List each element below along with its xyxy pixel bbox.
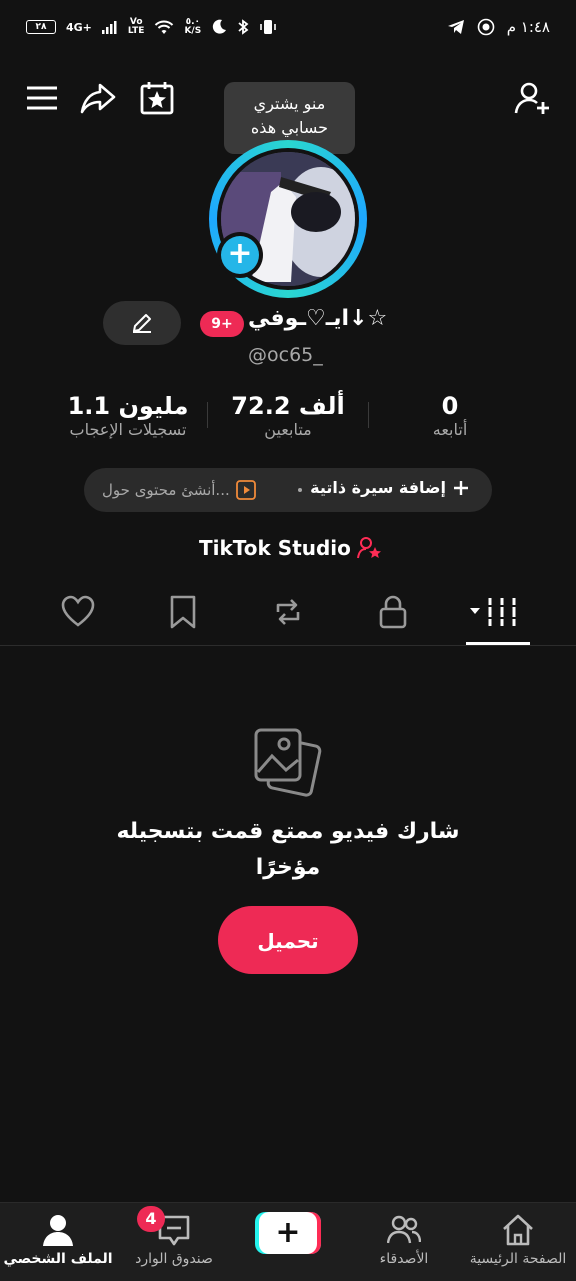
menu-icon[interactable] xyxy=(24,80,60,116)
speed-indicator: ٥.٠ K/S xyxy=(184,18,201,36)
bottom-nav: الملف الشخصي صندوق الوارد 4 + الأصدقاء ا… xyxy=(0,1202,576,1281)
nav-profile[interactable]: الملف الشخصي xyxy=(0,1203,116,1281)
edit-profile-button[interactable] xyxy=(103,301,181,345)
volte-bottom: LTE xyxy=(127,26,145,36)
add-bio-label: إضافة سيرة ذاتية xyxy=(310,478,446,497)
bio-hint: أنشئ محتوى حول... xyxy=(102,480,256,500)
add-bio-button[interactable]: إضافة سيرة ذاتية أنشئ محتوى حول... xyxy=(84,468,492,512)
following-value: 0 xyxy=(441,392,459,420)
tooltip-line2: حسابي هذه xyxy=(250,118,329,137)
followers-value: 72.2 ألف xyxy=(231,392,345,420)
bio-hint-text: أنشئ محتوى حول... xyxy=(102,481,230,499)
add-friend-icon[interactable] xyxy=(514,80,550,116)
username: ايـ♡ـوفي↓☆ xyxy=(248,306,388,331)
likes-label: تسجيلات الإعجاب xyxy=(69,420,187,439)
likes-value: 1.1 مليون xyxy=(67,392,189,420)
battery-level: ٢٨ xyxy=(35,22,47,32)
following-label: أتابعه xyxy=(432,420,468,439)
nav-home[interactable]: الصفحة الرئيسية xyxy=(460,1203,576,1281)
videos-tab-grid-icon[interactable] xyxy=(468,594,518,630)
separator-dot xyxy=(298,488,302,492)
friends-icon xyxy=(387,1215,421,1244)
profile-icon xyxy=(43,1215,73,1246)
signal-icon xyxy=(101,21,117,34)
video-icon xyxy=(235,480,256,500)
tooltip-line1: منو يشتري xyxy=(253,94,326,113)
creator-star-icon xyxy=(356,537,381,559)
network-type: 4G+ xyxy=(66,20,92,34)
create-button[interactable]: + xyxy=(259,1212,317,1254)
inbox-badge: 4 xyxy=(137,1206,165,1232)
nav-inbox-label: صندوق الوارد xyxy=(135,1251,213,1267)
active-tab-indicator xyxy=(466,642,530,645)
reposts-tab-repost-icon[interactable] xyxy=(270,594,306,630)
clock: ١:٤٨ م xyxy=(506,18,550,36)
private-tab-lock-icon[interactable] xyxy=(375,594,411,630)
nav-friends[interactable]: الأصدقاء xyxy=(346,1203,462,1281)
calendar-star-icon[interactable] xyxy=(139,80,175,116)
volte-indicator: Vo LTE xyxy=(128,18,145,36)
nav-inbox[interactable]: صندوق الوارد xyxy=(116,1203,232,1281)
stat-divider xyxy=(207,402,208,428)
followers-label: متابعين xyxy=(264,420,312,439)
liked-tab-heart-icon[interactable] xyxy=(60,594,96,630)
status-right: ١:٤٨ م xyxy=(447,18,550,36)
likes-stat[interactable]: 1.1 مليون تسجيلات الإعجاب xyxy=(50,392,206,439)
telegram-icon xyxy=(447,20,464,34)
studio-label: TikTok Studio xyxy=(199,536,351,560)
followers-stat[interactable]: 72.2 ألف متابعين xyxy=(212,392,364,439)
stat-divider xyxy=(368,402,369,428)
upload-button[interactable]: تحميل xyxy=(218,906,358,974)
vibrate-icon xyxy=(260,20,277,34)
speed-bottom: K/S xyxy=(184,26,202,36)
home-icon xyxy=(503,1214,533,1246)
notification-badge[interactable]: 9+ xyxy=(200,311,244,337)
saved-tab-bookmark-icon[interactable] xyxy=(165,594,201,630)
bluetooth-icon xyxy=(238,19,249,35)
status-bar: ٢٨ 4G+ Vo LTE ٥.٠ K/S ١:٤٨ م xyxy=(0,0,576,56)
tiktok-studio-link[interactable]: TikTok Studio xyxy=(199,536,383,560)
nav-friends-label: الأصدقاء xyxy=(379,1251,429,1267)
nav-profile-label: الملف الشخصي xyxy=(3,1251,113,1267)
photo-icon xyxy=(254,728,322,797)
handle: @oc65_ xyxy=(248,344,323,366)
share-icon[interactable] xyxy=(80,80,116,116)
wifi-icon xyxy=(155,20,174,34)
add-bio: إضافة سيرة ذاتية xyxy=(310,478,470,497)
empty-state-message: شارك فيديو ممتع قمت بتسجيله مؤخرًا xyxy=(116,819,460,880)
nav-home-label: الصفحة الرئيسية xyxy=(469,1251,567,1267)
status-left: ٢٨ 4G+ Vo LTE ٥.٠ K/S xyxy=(26,18,277,36)
plus-icon xyxy=(454,480,468,495)
create-plus-icon: + xyxy=(275,1215,301,1250)
moon-icon xyxy=(213,19,227,34)
tabs-divider xyxy=(0,645,576,646)
pencil-icon xyxy=(133,314,151,333)
following-stat[interactable]: 0 أتابعه xyxy=(400,392,500,439)
add-avatar-icon[interactable]: + xyxy=(221,236,259,274)
battery-icon: ٢٨ xyxy=(26,20,56,34)
record-icon xyxy=(477,18,495,36)
